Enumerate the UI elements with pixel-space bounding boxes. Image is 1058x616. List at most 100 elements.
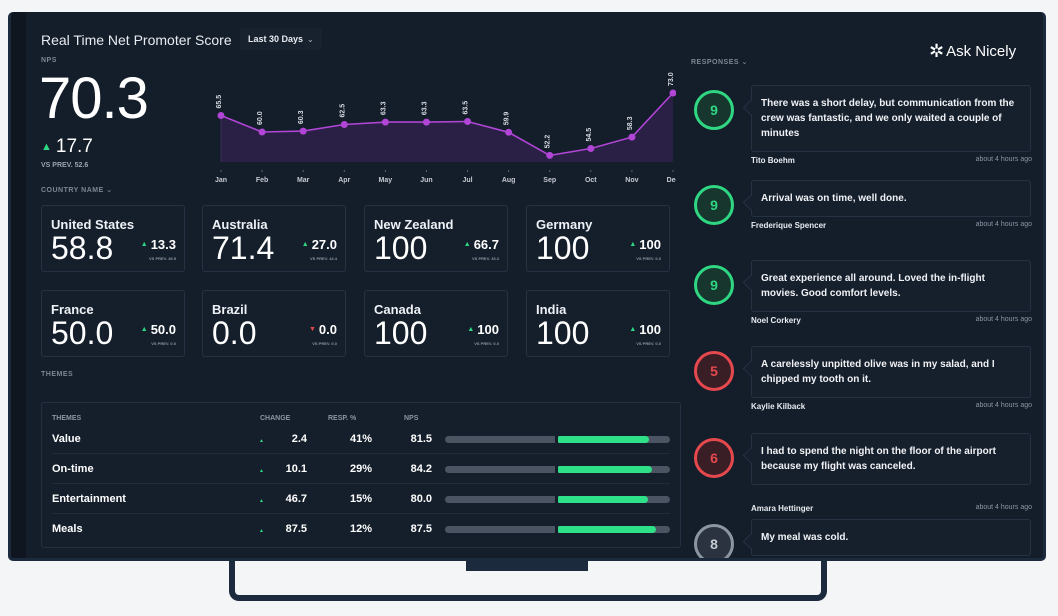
country-vs-prev: VS PREV. 0.0 [636,341,661,346]
theme-row[interactable]: Entertainment ▲ 46.7 15% 80.0 [52,485,670,514]
chevron-down-icon: ⌄ [106,187,113,194]
country-card[interactable]: Australia 71.4 ▲ 27.0 VS PREV. 44.4 [202,205,346,272]
country-card[interactable]: New Zealand 100 ▲ 66.7 VS PREV. 33.3 [364,205,508,272]
theme-resp-percent: 41% [349,433,372,445]
trend-point-label: 58.3 [627,116,634,130]
theme-nps-bar [445,466,670,473]
responses-section-label[interactable]: RESPONSES ⌄ [691,58,748,66]
trend-point[interactable] [505,128,513,136]
themes-header-name: THEMES [52,415,82,422]
response-comment: I had to spend the night on the floor of… [751,433,1031,485]
trend-point-label: 54.5 [586,128,593,142]
theme-change: 46.7 [285,493,307,505]
period-dropdown[interactable]: Last 30 Days ⌄ [240,28,322,50]
response-comment: A carelessly unpitted olive was in my sa… [751,346,1031,398]
x-tick-label: Oct [585,177,597,184]
theme-row[interactable]: On-time ▲ 10.1 29% 84.2 [52,455,670,484]
country-card[interactable]: France 50.0 ▲ 50.0 VS PREV. 0.0 [41,290,185,357]
nps-label: NPS [41,57,57,64]
themes-header-resp: RESP. % [328,415,357,422]
theme-nps: 80.0 [410,493,432,505]
country-delta: ▲ 100 [467,322,499,337]
trend-point-label: 63.3 [421,101,428,115]
country-delta: ▲ 13.3 [140,237,176,252]
response-comment: Arrival was on time, well done. [751,180,1031,217]
theme-name: Value [52,433,81,445]
chevron-down-icon: ⌄ [741,59,748,66]
nps-trend-chart: 65.5 Jan 60.0 Feb 60.3 Mar 62.5 Apr 63.3 May 63.3 J… [215,72,676,184]
theme-nps-bar-fill [558,436,650,443]
theme-nps: 84.2 [410,463,432,475]
trend-point-label: 59.9 [504,112,511,126]
country-delta: ▼ 0.0 [308,322,337,337]
x-tick-label: Jan [215,177,227,184]
country-vs-prev: VS PREV. 33.3 [472,256,499,261]
trend-point[interactable] [299,127,307,135]
country-nps-value: 100 [536,315,590,351]
country-delta: ▲ 100 [629,322,661,337]
trend-point[interactable] [464,118,472,125]
theme-nps-bar [445,496,670,503]
theme-name: On-time [52,463,94,475]
trend-point[interactable] [628,133,636,141]
theme-nps-bar-fill [558,496,648,503]
country-vs-prev: VS PREV. 0.0 [312,341,337,346]
response-time: about 4 hours ago [975,156,1032,163]
country-nps-value: 100 [536,230,590,266]
theme-row[interactable]: Value ▲ 2.4 41% 81.5 [52,425,670,454]
tv-stand [229,561,827,601]
respondent-name: Frederique Spencer [751,221,827,230]
x-tick-label: Apr [338,177,350,184]
response-time: about 4 hours ago [975,402,1032,409]
theme-resp-percent: 15% [349,493,372,505]
theme-row[interactable]: Meals ▲ 87.5 12% 87.5 [52,515,670,544]
trend-point-label: 60.0 [257,111,264,125]
themes-header-nps: NPS [404,415,419,422]
country-nps-value: 58.8 [51,230,114,266]
country-delta: ▲ 50.0 [140,322,176,337]
trend-point[interactable] [217,112,225,119]
trend-point-label: 73.0 [668,72,675,86]
country-card[interactable]: Brazil 0.0 ▼ 0.0 VS PREV. 0.0 [202,290,346,357]
themes-table: THEMES CHANGE RESP. % NPS Value ▲ 2.4 41… [41,402,681,548]
country-card[interactable]: United States 58.8 ▲ 13.3 VS PREV. 45.5 [41,205,185,272]
trend-area [221,93,673,162]
trend-point[interactable] [422,118,430,126]
trend-point[interactable] [381,118,389,126]
nps-value: 70.3 [39,66,149,131]
country-vs-prev: VS PREV. 0.0 [474,341,499,346]
trend-point-label: 65.5 [216,95,223,109]
score-badge: 5 [694,351,734,391]
x-tick-label: Aug [502,177,516,184]
response-comment: There was a short delay, but communicati… [751,85,1031,152]
theme-name: Meals [52,523,83,535]
trend-point[interactable] [340,121,348,128]
country-delta: ▲ 66.7 [463,237,499,252]
country-card[interactable]: Germany 100 ▲ 100 VS PREV. 0.0 [526,205,670,272]
arrow-down-icon: ▼ [308,326,316,333]
country-delta: ▲ 27.0 [301,237,337,252]
arrow-up-icon: ▲ [140,241,148,248]
x-tick-label: Jun [420,177,432,184]
country-section-label[interactable]: COUNTRY NAME ⌄ [41,186,113,194]
arrow-up-icon: ▲ [467,326,475,333]
themes-header-change: CHANGE [260,415,291,422]
trend-point[interactable] [587,145,595,152]
response-time: about 4 hours ago [975,316,1032,323]
response-comment: My meal was cold. [751,519,1031,556]
country-card[interactable]: India 100 ▲ 100 VS PREV. 0.0 [526,290,670,357]
country-nps-value: 100 [374,315,428,351]
trend-point-label: 52.2 [545,135,552,149]
theme-nps-bar [445,526,670,533]
trend-point[interactable] [258,128,266,136]
arrow-up-icon: ▲ [41,141,52,153]
theme-change: 87.5 [285,523,307,535]
asknicely-star-icon: ✲ [929,41,945,61]
theme-nps-bar-fill [558,466,653,473]
x-tick-label: Sep [543,177,556,184]
trend-point-label: 62.5 [339,104,346,118]
arrow-up-icon: ▲ [629,326,637,333]
country-card[interactable]: Canada 100 ▲ 100 VS PREV. 0.0 [364,290,508,357]
arrow-up-icon: ▲ [140,326,148,333]
trend-point[interactable] [546,151,554,159]
